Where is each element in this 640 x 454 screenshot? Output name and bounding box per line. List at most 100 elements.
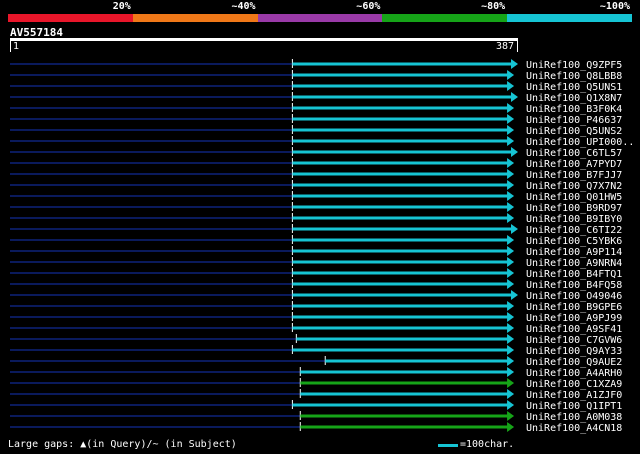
hit-arrow-icon [507,367,515,377]
hit-row[interactable]: UniRef100_A9P114 [10,246,622,258]
hit-row[interactable]: UniRef100_A9SF41 [10,323,622,335]
hit-row[interactable]: UniRef100_B7FJJ7 [10,169,622,181]
hit-arrow-icon [507,301,515,311]
hit-label[interactable]: UniRef100_Q1IPT1 [526,401,622,412]
hit-arrow-icon [511,147,518,157]
hit-alignment-graphic: UniRef100_Q9ZPF5UniRef100_Q8LBB8UniRef10… [10,59,634,434]
hit-arrow-icon [507,169,515,179]
hit-row[interactable]: UniRef100_C5YBK6 [10,235,622,247]
hit-row[interactable]: UniRef100_Q1X8N7 [10,92,622,104]
hit-arrow-icon [507,334,515,344]
hit-row[interactable]: UniRef100_B9GPE6 [10,301,622,313]
hit-arrow-icon [507,136,515,146]
hit-arrow-icon [507,422,515,432]
hit-row[interactable]: UniRef100_B4FQ58 [10,279,622,291]
hit-label[interactable]: UniRef100_Q01HW5 [526,192,622,203]
hit-label[interactable]: UniRef100_P46637 [526,115,622,126]
hit-label[interactable]: UniRef100_C6TL57 [526,148,622,159]
hit-row[interactable]: UniRef100_C7GVW6 [10,334,622,346]
hit-label[interactable]: UniRef100_Q9AY33 [526,346,622,357]
hit-row[interactable]: UniRef100_Q01HW5 [10,191,622,203]
hit-label[interactable]: UniRef100_Q9AUE2 [526,357,622,368]
hit-row[interactable]: UniRef100_A4ARH0 [10,367,622,379]
hit-label[interactable]: UniRef100_A7PYD7 [526,159,622,170]
scale-legend-label: =100char. [460,439,515,450]
hit-arrow-icon [507,279,515,289]
hit-arrow-icon [507,70,515,80]
hit-label[interactable]: UniRef100_B4FTQ1 [526,269,622,280]
hit-row[interactable]: UniRef100_A0M038 [10,411,622,423]
hit-arrow-icon [507,246,515,256]
hit-arrow-icon [507,103,515,113]
hit-row[interactable]: UniRef100_Q5UNS2 [10,125,622,137]
hit-label[interactable]: UniRef100_A9NRN4 [526,258,622,269]
hit-arrow-icon [507,257,515,267]
hit-label[interactable]: UniRef100_B9RD97 [526,203,622,214]
hit-label[interactable]: UniRef100_Q7X7N2 [526,181,622,192]
hit-label[interactable]: UniRef100_B9GPE6 [526,302,622,313]
hit-label[interactable]: UniRef100_B9IBY0 [526,214,622,225]
hit-row[interactable]: UniRef100_C6TI22 [10,224,622,236]
hit-arrow-icon [507,114,515,124]
hit-row[interactable]: UniRef100_B4FTQ1 [10,268,622,280]
hit-row[interactable]: UniRef100_Q9ZPF5 [10,59,622,71]
hit-label[interactable]: UniRef100_B3F0K4 [526,104,622,115]
hit-arrow-icon [507,180,515,190]
hit-row[interactable]: UniRef100_A1ZJF0 [10,389,622,401]
hit-label[interactable]: UniRef100_UPI000.. [526,137,634,148]
hit-row[interactable]: UniRef100_C1XZA9 [10,378,622,390]
hit-arrow-icon [507,202,515,212]
hit-label[interactable]: UniRef100_C7GVW6 [526,335,622,346]
hit-arrow-icon [507,345,515,355]
hit-arrow-icon [507,158,515,168]
scale-legend-swatch [438,444,458,447]
hit-label[interactable]: UniRef100_Q9ZPF5 [526,60,622,71]
hit-row[interactable]: UniRef100_B9IBY0 [10,213,622,225]
hit-arrow-icon [507,411,515,421]
hit-row[interactable]: UniRef100_A4CN18 [10,422,622,434]
hit-label[interactable]: UniRef100_Q8LBB8 [526,71,622,82]
hit-arrow-icon [507,81,515,91]
hit-row[interactable]: UniRef100_Q5UNS1 [10,81,622,93]
hit-arrow-icon [507,356,515,366]
hit-row[interactable]: UniRef100_UPI000.. [10,136,634,148]
hit-row[interactable]: UniRef100_O49046 [10,290,622,302]
hit-arrow-icon [507,191,515,201]
hit-label[interactable]: UniRef100_C5YBK6 [526,236,622,247]
hit-label[interactable]: UniRef100_O49046 [526,291,622,302]
hit-label[interactable]: UniRef100_A0M038 [526,412,622,423]
hit-row[interactable]: UniRef100_A9PJ99 [10,312,622,324]
hit-label[interactable]: UniRef100_A1ZJF0 [526,390,622,401]
hit-arrow-icon [511,59,518,69]
hit-row[interactable]: UniRef100_A7PYD7 [10,158,622,170]
hit-arrow-icon [511,224,518,234]
hit-row[interactable]: UniRef100_B9RD97 [10,202,622,214]
hit-label[interactable]: UniRef100_B7FJJ7 [526,170,622,181]
hit-arrow-icon [507,125,515,135]
hit-label[interactable]: UniRef100_A9P114 [526,247,622,258]
hit-label[interactable]: UniRef100_B4FQ58 [526,280,622,291]
hit-label[interactable]: UniRef100_Q1X8N7 [526,93,622,104]
hit-row[interactable]: UniRef100_A9NRN4 [10,257,622,269]
hit-label[interactable]: UniRef100_A9SF41 [526,324,622,335]
hit-row[interactable]: UniRef100_Q9AY33 [10,345,622,357]
hit-row[interactable]: UniRef100_Q7X7N2 [10,180,622,192]
hit-label[interactable]: UniRef100_A4ARH0 [526,368,622,379]
hit-row[interactable]: UniRef100_C6TL57 [10,147,622,159]
hit-arrow-icon [507,312,515,322]
hit-arrow-icon [507,400,515,410]
hit-label[interactable]: UniRef100_Q5UNS1 [526,82,622,93]
hit-label[interactable]: UniRef100_C1XZA9 [526,379,622,390]
hit-label[interactable]: UniRef100_A4CN18 [526,423,622,434]
hit-arrow-icon [507,389,515,399]
hit-label[interactable]: UniRef100_C6TI22 [526,225,622,236]
hit-row[interactable]: UniRef100_Q1IPT1 [10,400,622,412]
hit-arrow-icon [507,235,515,245]
hit-row[interactable]: UniRef100_Q8LBB8 [10,70,622,82]
hit-row[interactable]: UniRef100_P46637 [10,114,622,126]
hit-label[interactable]: UniRef100_Q5UNS2 [526,126,622,137]
large-gaps-legend: Large gaps: ▲(in Query)/~ (in Subject) [8,439,237,450]
hit-row[interactable]: UniRef100_Q9AUE2 [10,356,622,368]
hit-row[interactable]: UniRef100_B3F0K4 [10,103,622,115]
hit-label[interactable]: UniRef100_A9PJ99 [526,313,622,324]
